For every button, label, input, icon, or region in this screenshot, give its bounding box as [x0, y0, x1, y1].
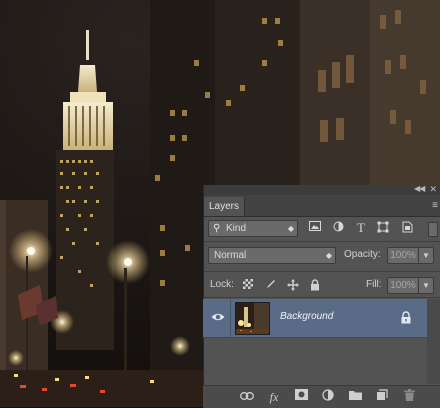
trash-icon[interactable] — [401, 389, 417, 405]
visibility-toggle[interactable] — [203, 299, 231, 337]
panel-menu-icon[interactable]: ≡ — [432, 200, 438, 211]
opacity-dropdown-button[interactable]: ▼ — [419, 247, 434, 264]
chevron-updown-icon: ◆ — [287, 224, 294, 233]
image-filter-icon[interactable] — [308, 221, 322, 235]
blend-mode-value: Normal — [214, 250, 247, 261]
lock-label: Lock: — [210, 279, 234, 290]
new-group-icon[interactable] — [347, 389, 363, 405]
panel-tab-row: Layers ≡ — [204, 195, 440, 217]
layers-scrollbar[interactable] — [427, 299, 440, 384]
type-filter-icon[interactable]: T — [354, 221, 368, 235]
lock-row: Lock: Fill: 100% ▼ — [204, 273, 440, 297]
layers-panel: ◀◀ ✕ Layers ≡ ⚲ Kind ◆ T Normal ◆ Opacit… — [203, 184, 440, 407]
search-icon: ⚲ — [213, 223, 221, 234]
shape-filter-icon[interactable] — [376, 221, 390, 235]
layer-thumbnail — [235, 302, 270, 335]
link-layers-icon[interactable] — [239, 389, 255, 405]
layer-name[interactable]: Background — [280, 311, 333, 322]
fx-icon[interactable]: fx — [266, 389, 282, 405]
filter-kind-label: Kind — [226, 223, 247, 234]
filter-toggle-switch[interactable] — [428, 222, 438, 237]
divider — [204, 271, 440, 272]
layer-row-background[interactable]: Background — [203, 299, 427, 338]
filter-row: ⚲ Kind ◆ T — [204, 217, 440, 239]
fill-input[interactable]: 100% — [387, 277, 419, 294]
new-layer-icon[interactable] — [374, 389, 390, 405]
lock-all-icon[interactable] — [309, 279, 321, 291]
chevron-updown-icon: ◆ — [325, 251, 332, 260]
fill-dropdown-button[interactable]: ▼ — [419, 277, 434, 294]
divider — [204, 297, 440, 298]
divider — [204, 241, 440, 242]
fill-label: Fill: — [366, 279, 382, 290]
lock-icon — [401, 311, 411, 324]
smart-object-filter-icon[interactable] — [400, 221, 414, 235]
blend-row: Normal ◆ Opacity: 100% ▼ — [204, 243, 440, 267]
lock-transparent-pixels-icon[interactable] — [242, 279, 254, 291]
opacity-label: Opacity: — [344, 249, 381, 260]
hamburger-icon: ≡ — [432, 200, 438, 211]
tab-layers[interactable]: Layers — [204, 197, 246, 216]
eye-icon — [211, 313, 225, 321]
blend-mode-select[interactable]: Normal ◆ — [208, 247, 336, 264]
layers-bottom-toolbar: fx — [203, 385, 440, 408]
panel-topbar: ◀◀ ✕ — [204, 184, 440, 195]
adjustment-filter-icon[interactable] — [331, 221, 345, 235]
adjustment-layer-icon[interactable] — [320, 389, 336, 405]
add-mask-icon[interactable] — [293, 389, 309, 405]
opacity-input[interactable]: 100% — [387, 247, 419, 264]
lock-position-icon[interactable] — [287, 279, 299, 291]
close-panel-button[interactable]: ✕ — [429, 184, 437, 195]
collapse-panel-button[interactable]: ◀◀ — [414, 184, 425, 193]
filter-kind-select[interactable]: ⚲ Kind ◆ — [208, 220, 298, 237]
lock-image-pixels-icon[interactable] — [265, 279, 277, 291]
